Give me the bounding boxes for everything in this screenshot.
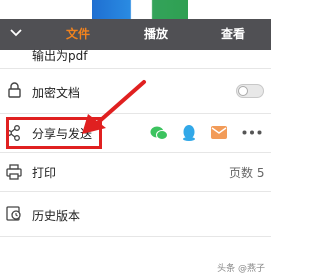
tab-view[interactable]: 查看 [221, 19, 245, 50]
history-label: 历史版本 [32, 209, 81, 223]
header-artwork [0, 0, 271, 19]
tab-bar: 文件 播放 查看 [0, 19, 271, 50]
encrypt-toggle[interactable] [236, 84, 264, 98]
email-icon[interactable] [211, 126, 227, 139]
red-arrow-icon [82, 80, 146, 134]
more-icon[interactable] [242, 130, 262, 135]
divider [0, 236, 271, 237]
wechat-icon[interactable] [150, 125, 168, 141]
lock-icon [8, 82, 21, 98]
tab-file[interactable]: 文件 [66, 19, 90, 50]
watermark: 头条 @燕子 [217, 264, 265, 274]
header-image [92, 0, 188, 19]
history-icon [6, 206, 21, 221]
qq-icon[interactable] [182, 124, 196, 141]
printer-icon [6, 164, 22, 180]
menu-item-export-pdf[interactable]: 输出为pdf [0, 49, 271, 68]
tab-play[interactable]: 播放 [144, 19, 168, 50]
encrypt-label: 加密文档 [32, 86, 81, 100]
menu-item-history[interactable]: 历史版本 [0, 192, 271, 236]
print-label: 打印 [32, 166, 57, 180]
export-pdf-label: 输出为pdf [32, 49, 88, 63]
page-count: 页数 5 [229, 166, 265, 180]
toggle-knob [238, 86, 248, 96]
chevron-down-icon[interactable] [8, 25, 24, 41]
